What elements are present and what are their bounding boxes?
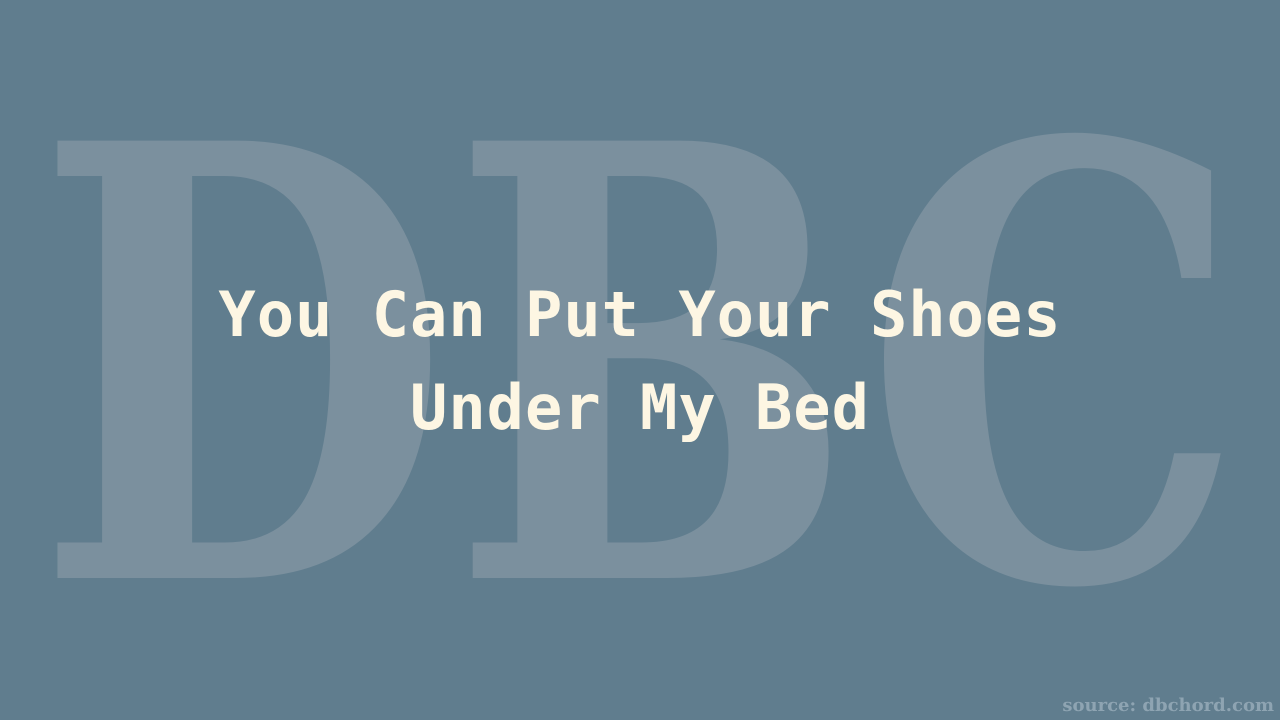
song-title: You Can Put Your Shoes Under My Bed [0,268,1280,454]
song-title-line-2: Under My Bed [410,371,870,444]
song-title-line-1: You Can Put Your Shoes [218,278,1062,351]
source-credit: source: dbchord.com [1062,695,1274,716]
